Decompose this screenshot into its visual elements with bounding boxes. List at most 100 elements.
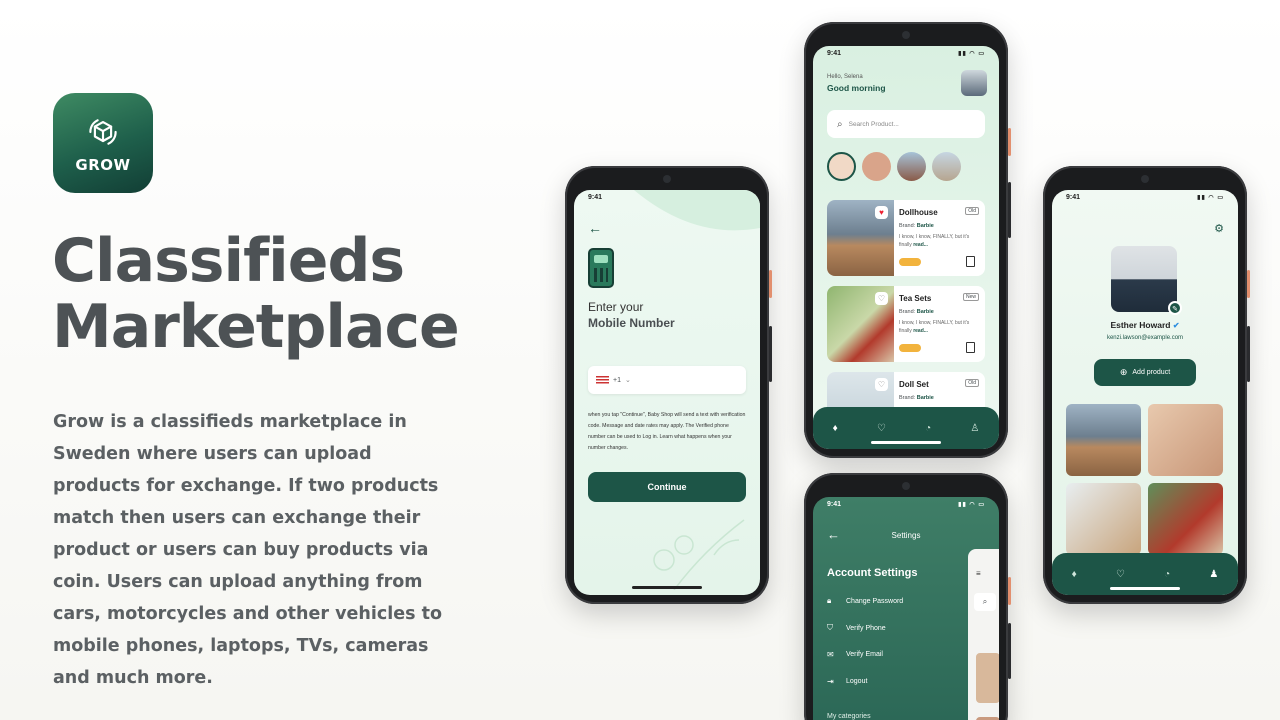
- status-icons: ▮▮ ◠ ▭: [958, 502, 985, 508]
- product-desc: I know, I know, FINALLY, but it's finall…: [899, 234, 970, 248]
- product-desc: I know, I know, FINALLY, but it's finall…: [899, 320, 970, 334]
- volume-button: [1008, 623, 1011, 679]
- heart-icon[interactable]: ♡: [877, 423, 886, 434]
- status-time: 9:41: [1066, 194, 1081, 201]
- plus-icon: ⊕: [1119, 367, 1128, 377]
- add-product-label: Add product: [1132, 369, 1171, 376]
- category-avatar[interactable]: [862, 152, 891, 181]
- volume-button: [1008, 182, 1011, 238]
- profile-icon[interactable]: ♟: [1209, 569, 1218, 580]
- phone-input[interactable]: +1 ⌄: [588, 366, 746, 394]
- brand-label: Brand:: [899, 223, 916, 229]
- logout-icon: ⇥: [827, 677, 834, 686]
- back-arrow-icon[interactable]: ←: [588, 220, 602, 236]
- continue-button[interactable]: Continue: [588, 472, 746, 502]
- search-input[interactable]: ⌕ Search Product...: [827, 110, 985, 138]
- read-more-link[interactable]: read...: [913, 328, 928, 334]
- category-avatar[interactable]: [932, 152, 961, 181]
- description: Grow is a classifieds marketplace in Swe…: [53, 412, 442, 688]
- camera: [902, 31, 910, 39]
- camera: [1141, 175, 1149, 183]
- volume-button: [1247, 326, 1250, 382]
- product-card[interactable]: ♡ Tea Sets New Brand: Barbie I know, I k…: [827, 286, 985, 362]
- home-icon[interactable]: ♦: [1072, 569, 1077, 580]
- phone-login: 9:41▮▮ ◠ ▭ ← Enter your Mobile Number +1…: [565, 166, 772, 604]
- profile-email: kenzi.lawson@example.com: [1106, 335, 1184, 341]
- bell-icon[interactable]: ◔: [925, 423, 931, 434]
- thumbnail: [976, 653, 999, 703]
- flower-decor: [653, 519, 745, 590]
- status-time: 9:41: [827, 501, 842, 508]
- power-button: [1247, 270, 1250, 298]
- power-button: [1008, 577, 1011, 605]
- product-name: Tea Sets: [899, 294, 932, 303]
- heart-icon[interactable]: ♡: [875, 292, 888, 305]
- profile-icon[interactable]: ♙: [970, 423, 979, 434]
- category-avatar[interactable]: [897, 152, 926, 181]
- lock-icon: 🔒︎: [827, 596, 832, 605]
- brand-value: Barbie: [916, 395, 934, 401]
- grid-item[interactable]: [1148, 404, 1223, 476]
- gear-icon[interactable]: ⚙: [1214, 222, 1224, 235]
- settings-item-logout[interactable]: ⇥ Logout: [827, 677, 867, 686]
- heart-icon[interactable]: ♥: [875, 206, 888, 219]
- home-indicator: [632, 586, 702, 589]
- login-prompt: Enter your: [588, 300, 644, 314]
- brand-value: Barbie: [916, 223, 934, 229]
- search-icon[interactable]: ⌕: [974, 593, 996, 611]
- profile-name: Esther Howard: [1110, 320, 1171, 330]
- heart-icon[interactable]: ♡: [1116, 569, 1125, 580]
- grid-item[interactable]: [1148, 483, 1223, 555]
- settings-item-label: Verify Email: [846, 651, 883, 658]
- avatar[interactable]: [961, 70, 987, 96]
- account-settings-heading: Account Settings: [827, 567, 918, 579]
- filter-icon[interactable]: ≡: [976, 569, 981, 578]
- product-name: Dollhouse: [899, 208, 938, 217]
- category-row: [827, 152, 961, 181]
- shield-icon: ⛉: [827, 623, 833, 632]
- bookmark-icon[interactable]: [966, 256, 975, 267]
- box-icon: [89, 119, 117, 145]
- search-placeholder: Search Product...: [848, 120, 899, 128]
- volume-button: [769, 326, 772, 382]
- chevron-down-icon[interactable]: ⌄: [625, 376, 631, 384]
- settings-item-verify-phone[interactable]: ⛉ Verify Phone: [827, 623, 886, 633]
- phone-home: 9:41 ▮▮ ◠ ▭ Hello, Selena Good morning ⌕ …: [804, 22, 1011, 458]
- brand-label: Brand:: [899, 309, 916, 315]
- bell-icon[interactable]: ◔: [1164, 569, 1170, 580]
- product-tag: Old: [965, 207, 979, 215]
- phone-settings: 9:41 ▮▮ ◠ ▭ ← Settings Account Settings 🔒…: [804, 473, 1011, 720]
- brand-value: Barbie: [916, 309, 934, 315]
- power-button: [769, 270, 772, 298]
- profile-photo: ✎: [1111, 246, 1182, 315]
- settings-title: Settings: [891, 531, 921, 540]
- logo-text: GROW: [75, 156, 131, 174]
- app-logo: GROW: [53, 93, 153, 193]
- search-icon: ⌕: [837, 118, 843, 130]
- bookmark-icon[interactable]: [966, 342, 975, 353]
- us-flag-icon: [596, 376, 609, 384]
- coin-icon: [899, 344, 921, 352]
- grid-item[interactable]: [1066, 404, 1141, 476]
- settings-item-label: Verify Phone: [846, 624, 886, 632]
- read-more-link[interactable]: read...: [913, 242, 928, 248]
- category-avatar[interactable]: [827, 152, 856, 181]
- country-code: +1: [613, 376, 621, 384]
- product-tag: Old: [965, 379, 979, 387]
- product-grid: [1066, 404, 1223, 555]
- home-icon[interactable]: ♦: [833, 423, 838, 434]
- brand-label: Brand:: [899, 395, 916, 401]
- status-time: 9:41: [827, 50, 842, 57]
- grid-item[interactable]: [1066, 483, 1141, 555]
- settings-item-change-password[interactable]: 🔒︎ Change Password: [827, 596, 903, 606]
- add-product-button[interactable]: ⊕ Add product: [1094, 359, 1196, 386]
- status-icons: ▮▮ ◠ ▭: [1197, 195, 1224, 201]
- settings-item-verify-email[interactable]: ✉ Verify Email: [827, 650, 883, 659]
- edit-icon[interactable]: ✎: [1168, 301, 1182, 315]
- heart-icon[interactable]: ♡: [875, 378, 888, 391]
- product-card[interactable]: ♥ Dollhouse Old Brand: Barbie I know, I …: [827, 200, 985, 276]
- coin-icon: [899, 258, 921, 266]
- login-prompt-bold: Mobile Number: [588, 316, 675, 330]
- legal-text: when you tap "Continue", Baby Shop will …: [588, 412, 746, 451]
- settings-item-label: Logout: [846, 678, 868, 685]
